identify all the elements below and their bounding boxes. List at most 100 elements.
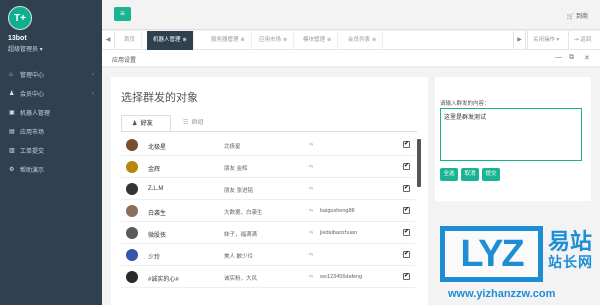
panel-title: 应用设置 [112, 58, 137, 64]
contact-checkbox[interactable]: ✔ [403, 141, 410, 148]
contact-avatar [126, 205, 138, 217]
contact-name: 白袭生 [148, 211, 167, 217]
sidebar-item[interactable]: ▣ 机器人管理 [0, 103, 102, 122]
tab-item[interactable]: 应用市场 ⊗ [253, 31, 295, 50]
tab-prev-icon[interactable]: ◀ [102, 31, 115, 50]
wechat-icon: ⇆ [309, 230, 314, 236]
back-label: 返回 [580, 37, 592, 43]
user-name: 13bot [8, 35, 27, 42]
close-tab-icon[interactable]: ⊗ [372, 37, 376, 43]
watermark-url: www.yizhanzzw.com [448, 288, 556, 300]
tab-item[interactable]: 服务器管理 ⊗ [205, 31, 252, 50]
contact-nickname: 北极星 [224, 144, 241, 150]
menu-icon: ♟ [9, 91, 15, 97]
sidebar-item-label: 帮助演示 [20, 168, 45, 174]
contact-avatar [126, 227, 138, 239]
sidebar-item[interactable]: ⌂ 管理中心 ‹ [0, 65, 102, 84]
contact-avatar [126, 183, 138, 195]
avatar[interactable]: T+ [8, 6, 32, 30]
contact-name: 少玲 [148, 255, 161, 261]
sidebar-item[interactable]: ▤ 应用市场 [0, 122, 102, 141]
contact-name: Z.L.M [148, 186, 164, 192]
tab-label: 机器人管理 [153, 37, 181, 43]
menu-toggle-icon[interactable]: ≡ [114, 7, 131, 21]
contact-checkbox[interactable]: ✔ [403, 185, 410, 192]
contact-name: #诚实的心# [148, 277, 179, 283]
menu-icon: ▣ [9, 110, 15, 116]
contact-checkbox[interactable]: ✔ [403, 273, 410, 280]
close-tab-icon[interactable]: ⊗ [327, 37, 331, 43]
tab-label: 模块管理 [303, 37, 326, 43]
contact-checkbox[interactable]: ✔ [403, 229, 410, 236]
close-icon[interactable]: ✕ [584, 54, 590, 62]
tab-item[interactable]: 会员列表 ⊗ [342, 31, 384, 50]
close-tab-icon[interactable]: ⊗ [283, 37, 287, 43]
chevron-left-icon: ‹ [92, 71, 94, 78]
minimize-icon[interactable]: — [555, 54, 562, 61]
select-all-button[interactable]: 全选 [440, 168, 458, 181]
contact-checkbox[interactable]: ✔ [403, 163, 410, 170]
wechat-icon: ⇆ [309, 186, 314, 192]
tab-next-icon[interactable]: ▶ [513, 31, 526, 50]
contact-nickname: 朋友 张进铭 [224, 188, 254, 194]
wechat-icon: ⇆ [309, 142, 314, 148]
sidebar-item[interactable]: ♟ 会员中心 ‹ [0, 84, 102, 103]
restore-icon[interactable]: ⧉ [569, 54, 574, 62]
sidebar-item-label: 管理中心 [20, 73, 45, 79]
watermark-subtitle: 站长网 [548, 254, 593, 270]
watermark-logo: LYZ [440, 226, 543, 282]
contact-nickname: 大数据，白袭生 [224, 210, 263, 216]
scrollbar[interactable] [417, 139, 421, 187]
contact-nickname: 朋友 金辉 [224, 166, 248, 172]
contact-row[interactable]: #诚实的心# 诚实粉，大风 ⇆ wo123456dafeng ✔ [121, 267, 415, 288]
close-tab-icon[interactable]: ⊗ [183, 37, 187, 43]
chevron-left-icon: ‹ [92, 90, 94, 97]
menu-icon: ⌂ [9, 71, 13, 78]
tab-groups[interactable]: ☷ 群组 [173, 115, 223, 132]
contact-nickname: 诚实粉，大风 [224, 276, 258, 282]
message-label: 请输入群发的内容： [440, 101, 490, 107]
contact-checkbox[interactable]: ✔ [403, 207, 410, 214]
contact-row[interactable]: Z.L.M 朋友 张进铭 ⇆ ✔ [121, 179, 415, 200]
submit-button[interactable]: 提交 [482, 168, 500, 181]
tab-label: 应用市场 [259, 37, 282, 43]
contact-name: 微股侠 [148, 233, 167, 239]
panel-header: 应用设置 — ⧉ ✕ [102, 50, 600, 67]
contact-account: jiedaibaozhuan [320, 230, 358, 236]
sidebar-item-label: 工单提交 [20, 149, 45, 155]
tab-friends[interactable]: ♟ 好友 [121, 115, 171, 132]
user-role-dropdown[interactable]: 超级管理员 ▾ [8, 44, 102, 53]
contact-row[interactable]: 白袭生 大数据，白袭生 ⇆ baigusheng88 ✔ [121, 201, 415, 222]
back-button[interactable]: ⇥ 返回 [568, 31, 596, 50]
tab-item[interactable]: 模块管理 ⊗ [297, 31, 339, 50]
message-textarea[interactable]: 这里是群发测试 [440, 108, 582, 161]
tab-bar: ◀ 首页 机器人管理 ⊗ 服务器管理 ⊗ 应用市场 ⊗ 模块管理 ⊗ 会员列表 ⊗ ▶ 关闭操作 ▾… [102, 31, 600, 50]
sidebar-profile: T+ 13bot 超级管理员 ▾ [0, 0, 102, 65]
contact-row[interactable]: 少玲 美人 歉少玲 ⇆ ✔ [121, 245, 415, 266]
sidebar: T+ 13bot 超级管理员 ▾ ⌂ 管理中心 ‹ ♟ 会员中心 ‹ ▣ 机器人管理 ▤ 应用市场… [0, 0, 102, 305]
menu-icon: ⚙ [9, 167, 15, 173]
sidebar-item[interactable]: ▥ 工单提交 [0, 141, 102, 160]
contact-avatar [126, 161, 138, 173]
cancel-button[interactable]: 取消 [461, 168, 479, 181]
sidebar-item-label: 机器人管理 [20, 111, 51, 117]
close-tab-icon[interactable]: ⊗ [241, 37, 245, 43]
message-box: 请输入群发的内容： 这里是群发测试 全选 取消 提交 [435, 77, 591, 201]
contact-checkbox[interactable]: ✔ [403, 251, 410, 258]
contact-row[interactable]: 金辉 朋友 金辉 ⇆ ✔ [121, 157, 415, 178]
section-title: 选择群发的对象 [121, 92, 198, 104]
contact-row[interactable]: 微股侠 妹子，福满满 ⇆ jiedaibaozhuan ✔ [121, 223, 415, 244]
contact-row[interactable]: 北极星 北极星 ⇆ ✔ [121, 135, 415, 156]
tab-label: 服务器管理 [211, 37, 239, 43]
menu-icon: ▥ [9, 148, 15, 154]
tab-item[interactable]: 机器人管理 ⊗ [147, 31, 194, 50]
close-operations-dropdown[interactable]: 关闭操作 ▾ [527, 31, 564, 50]
tab-friends-label: 好友 [140, 121, 153, 127]
wechat-icon: ⇆ [309, 208, 314, 214]
group-icon: ☷ [183, 120, 189, 126]
exit-button[interactable]: 🛒 到商 [567, 11, 588, 20]
tab-item[interactable]: 首页 [118, 31, 143, 50]
contact-nickname: 妹子，福满满 [224, 232, 258, 238]
sidebar-item[interactable]: ⚙ 帮助演示 [0, 160, 102, 179]
sidebar-menu: ⌂ 管理中心 ‹ ♟ 会员中心 ‹ ▣ 机器人管理 ▤ 应用市场 ▥ 工单提交 ⚙ 帮助演示 [0, 65, 102, 179]
